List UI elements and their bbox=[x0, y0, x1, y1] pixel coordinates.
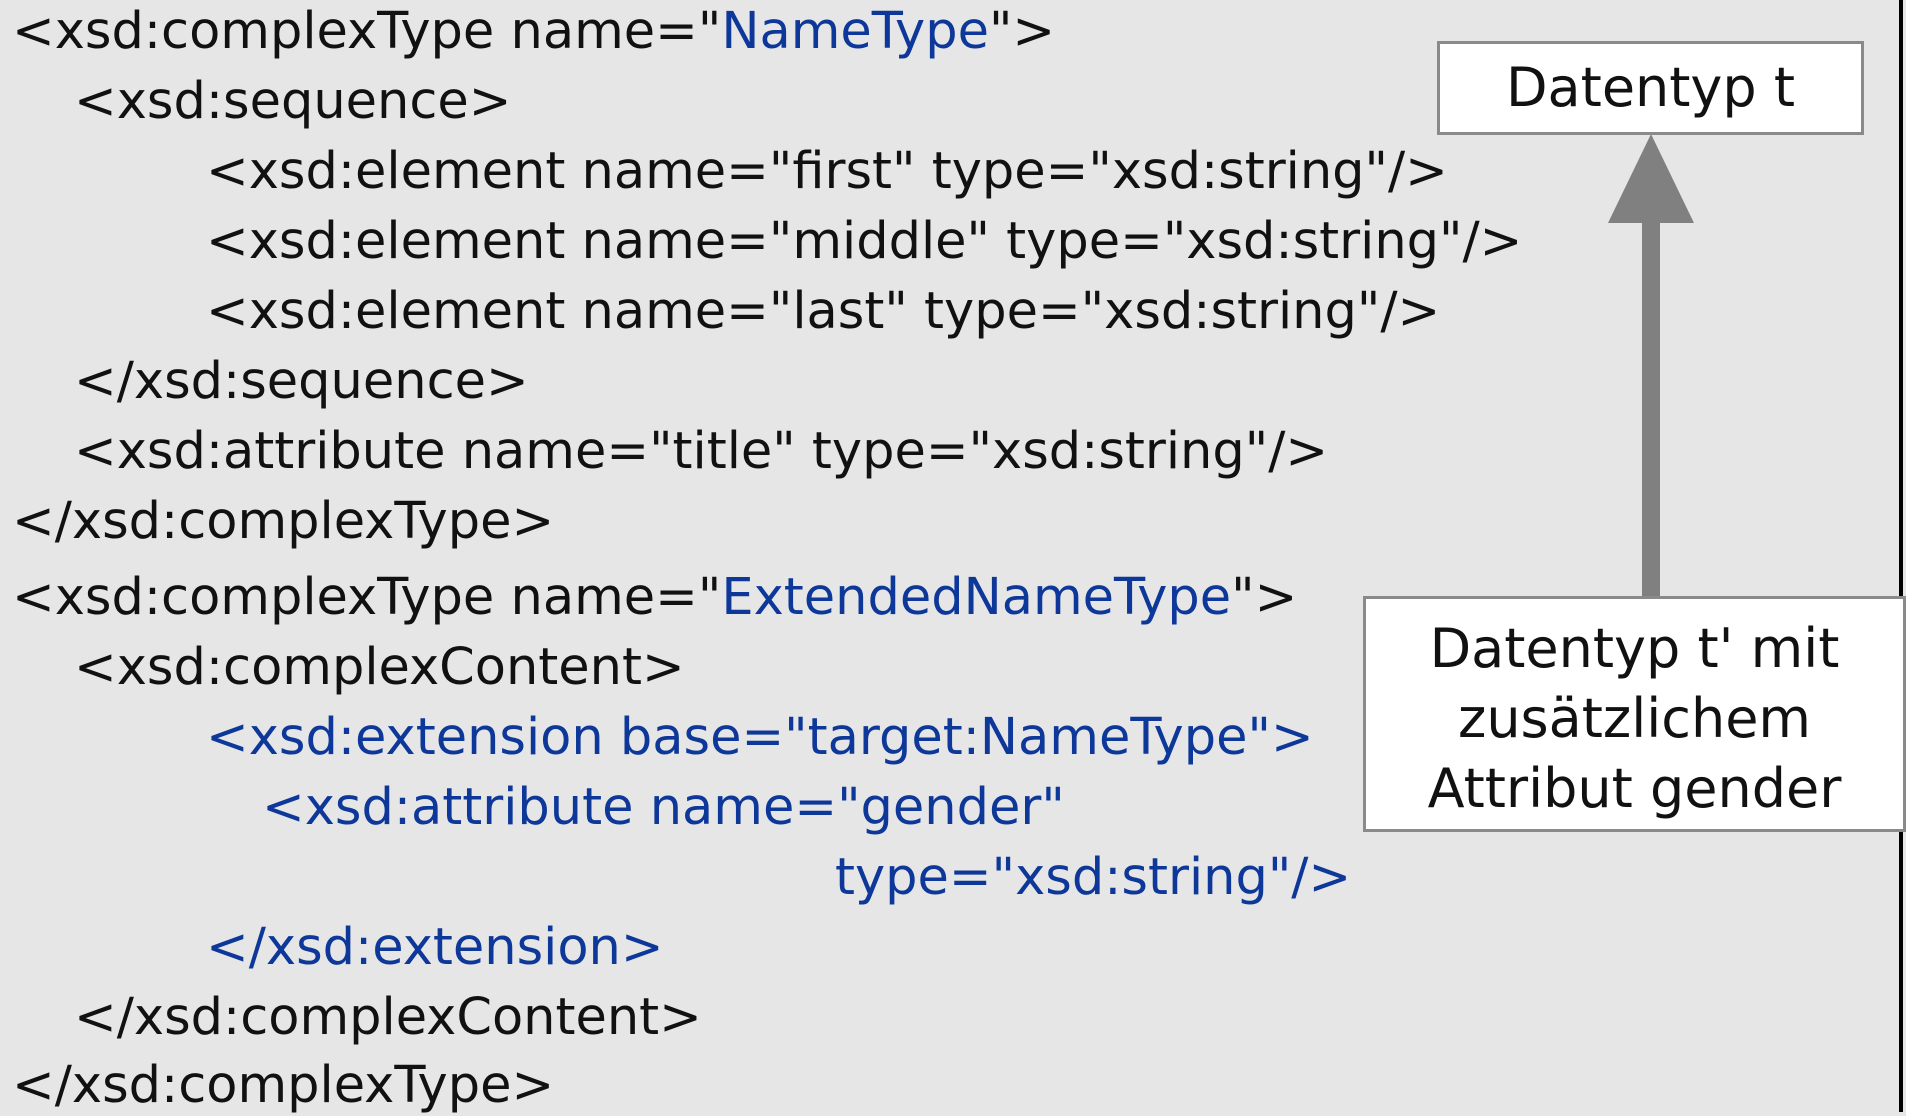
code-line-complextype-nametype: <xsd:complexType name="NameType"> bbox=[12, 2, 1055, 62]
arrow-up-icon bbox=[1608, 134, 1694, 598]
code-line-complextype-close: </xsd:complexType> bbox=[12, 492, 555, 551]
label-line-2: zusätzlichem bbox=[1457, 687, 1812, 750]
label-box-datentyp-t: Datentyp t bbox=[1437, 41, 1864, 135]
label-box-datentyp-t-prime: Datentyp t' mit zusätzlichem Attribut ge… bbox=[1363, 596, 1906, 832]
code-text: "> bbox=[1231, 568, 1298, 627]
code-line-sequence-close: </xsd:sequence> bbox=[74, 352, 529, 411]
code-text: "> bbox=[988, 2, 1056, 61]
type-name-nametype: NameType bbox=[721, 2, 989, 61]
code-line-element-last: <xsd:element name="last" type="xsd:strin… bbox=[206, 282, 1441, 341]
label-line-1: Datentyp t' mit bbox=[1429, 617, 1840, 680]
code-line-complextype-close-2: </xsd:complexType> bbox=[12, 1056, 555, 1115]
right-border-line bbox=[1899, 0, 1903, 1112]
slide-canvas: <xsd:complexType name="NameType"> <xsd:s… bbox=[0, 0, 1906, 1115]
code-line-complexcontent-close: </xsd:complexContent> bbox=[74, 988, 702, 1047]
code-text: <xsd:complexType name=" bbox=[12, 2, 722, 61]
code-line-element-first: <xsd:element name="first" type="xsd:stri… bbox=[206, 142, 1448, 201]
code-line-attribute-gender-type: type="xsd:string"/> bbox=[835, 848, 1352, 907]
label-datentyp-t: Datentyp t bbox=[1505, 56, 1796, 119]
code-line-complextype-extendednametype: <xsd:complexType name="ExtendedNameType"… bbox=[12, 568, 1297, 628]
code-line-complexcontent-open: <xsd:complexContent> bbox=[74, 638, 685, 697]
code-line-element-middle: <xsd:element name="middle" type="xsd:str… bbox=[206, 212, 1523, 271]
arrow-shaft bbox=[1642, 218, 1660, 598]
code-line-sequence-open: <xsd:sequence> bbox=[74, 72, 512, 131]
code-line-extension-open: <xsd:extension base="target:NameType"> bbox=[206, 708, 1314, 767]
type-name-extendednametype: ExtendedNameType bbox=[721, 568, 1232, 627]
code-text: <xsd:complexType name=" bbox=[12, 568, 722, 627]
code-line-attribute-gender: <xsd:attribute name="gender" bbox=[262, 778, 1065, 837]
code-line-attribute-title: <xsd:attribute name="title" type="xsd:st… bbox=[74, 422, 1329, 481]
arrowhead bbox=[1608, 134, 1694, 223]
code-line-extension-close: </xsd:extension> bbox=[206, 918, 664, 977]
label-line-3: Attribut gender bbox=[1427, 757, 1842, 820]
